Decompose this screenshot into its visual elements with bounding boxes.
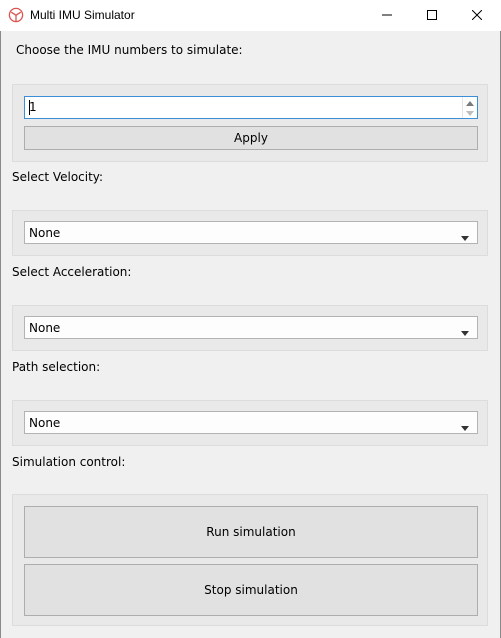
window-title: Multi IMU Simulator <box>30 8 135 22</box>
run-simulation-label: Run simulation <box>206 525 296 539</box>
minimize-button[interactable] <box>364 0 409 31</box>
apply-button[interactable]: Apply <box>24 126 478 150</box>
velocity-dropdown[interactable]: None <box>24 221 478 244</box>
imu-count-spinbox[interactable]: 1 <box>24 96 478 119</box>
chevron-down-icon <box>461 420 469 434</box>
simulation-control-label: Simulation control: <box>12 455 126 469</box>
minimize-icon <box>381 9 392 23</box>
stop-simulation-button[interactable]: Stop simulation <box>24 564 478 616</box>
chevron-down-icon <box>461 325 469 339</box>
maximize-button[interactable] <box>409 0 454 31</box>
apply-button-label: Apply <box>234 131 268 145</box>
path-selection-label: Path selection: <box>12 360 101 374</box>
imu-count-label: Choose the IMU numbers to simulate: <box>16 43 243 57</box>
text-cursor <box>29 100 30 115</box>
spin-down-button[interactable] <box>463 107 477 117</box>
title-bar[interactable]: Multi IMU Simulator <box>0 0 501 31</box>
chevron-down-icon <box>461 230 469 244</box>
spin-arrows <box>462 97 477 118</box>
maximize-icon <box>426 9 437 23</box>
close-button[interactable] <box>454 0 499 31</box>
window-border-left <box>0 0 1 638</box>
velocity-selected: None <box>29 226 61 240</box>
path-selected: None <box>29 416 61 430</box>
imu-count-value[interactable]: 1 <box>29 100 37 114</box>
velocity-label: Select Velocity: <box>12 170 104 184</box>
app-logo-icon <box>8 7 24 23</box>
stop-simulation-label: Stop simulation <box>204 583 298 597</box>
acceleration-selected: None <box>29 321 61 335</box>
path-dropdown[interactable]: None <box>24 411 478 434</box>
arrow-down-icon <box>466 105 474 119</box>
acceleration-label: Select Acceleration: <box>12 265 132 279</box>
close-icon <box>471 9 482 23</box>
acceleration-dropdown[interactable]: None <box>24 316 478 339</box>
run-simulation-button[interactable]: Run simulation <box>24 506 478 558</box>
